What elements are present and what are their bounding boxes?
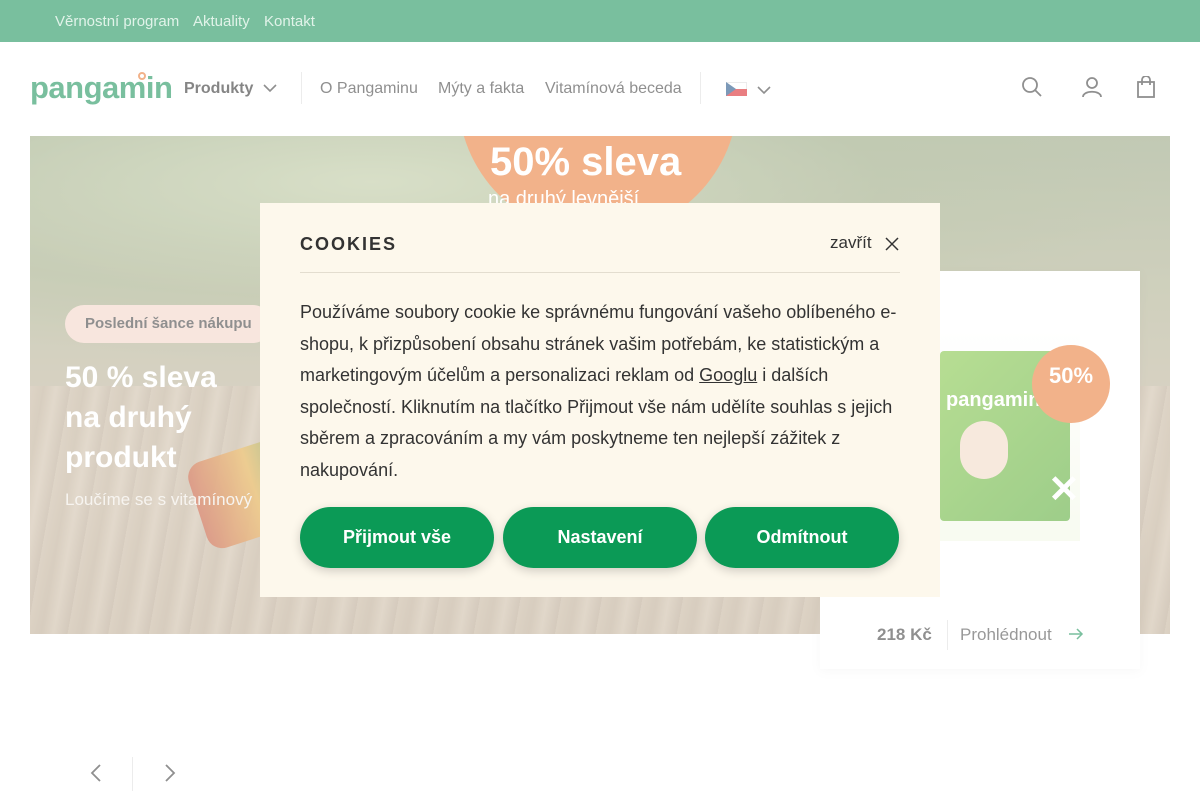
accept-all-button[interactable]: Přijmout vše (300, 507, 494, 568)
reject-button[interactable]: Odmítnout (705, 507, 899, 568)
google-link[interactable]: Googlu (699, 365, 757, 385)
cookie-dialog: COOKIES zavřít Používáme soubory cookie … (260, 203, 940, 597)
close-button[interactable]: zavřít (830, 233, 872, 253)
cookie-dialog-divider (300, 272, 900, 273)
cookie-dialog-text: Používáme soubory cookie ke správnému fu… (300, 297, 900, 486)
close-icon[interactable] (884, 236, 900, 252)
settings-button[interactable]: Nastavení (503, 507, 697, 568)
cookie-dialog-title: COOKIES (300, 234, 398, 254)
